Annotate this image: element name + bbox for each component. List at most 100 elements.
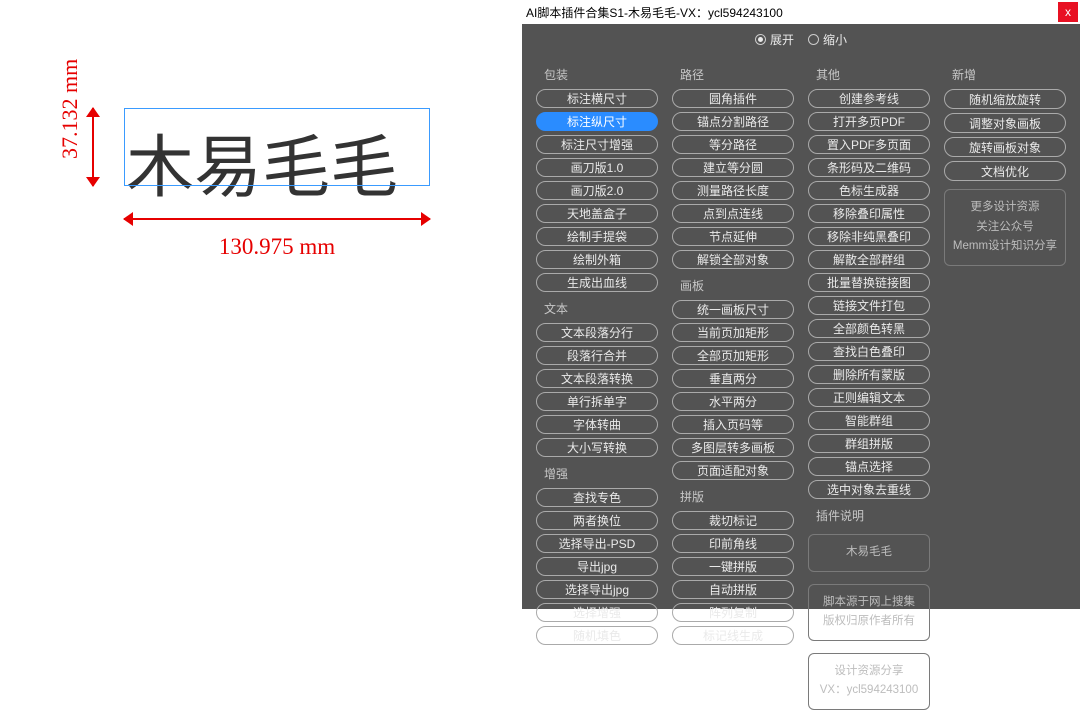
plugin-button[interactable]: 段落行合并 bbox=[536, 346, 658, 365]
panel-column: 路径圆角插件锚点分割路径等分路径建立等分圆测量路径长度点到点连线节点延伸解锁全部… bbox=[670, 60, 796, 597]
plugin-button[interactable]: 标注尺寸增强 bbox=[536, 135, 658, 154]
plugin-button[interactable]: 两者换位 bbox=[536, 511, 658, 530]
view-toggle: 展开 缩小 bbox=[522, 24, 1080, 54]
panel-column: 其他创建参考线打开多页PDF 置入PDF多页面条形码及二维码色标生成器移除叠印属性… bbox=[806, 60, 932, 597]
info-box: 脚本源于网上搜集版权归原作者所有 bbox=[808, 584, 930, 641]
plugin-button[interactable]: 自动拼版 bbox=[672, 580, 794, 599]
plugin-button[interactable]: 解散全部群组 bbox=[808, 250, 930, 269]
plugin-button[interactable]: 色标生成器 bbox=[808, 181, 930, 200]
plugin-button[interactable]: 一键拼版 bbox=[672, 557, 794, 576]
plugin-button[interactable]: 选中对象去重线 bbox=[808, 480, 930, 499]
plugin-button[interactable]: 智能群组 bbox=[808, 411, 930, 430]
plugin-button[interactable]: 测量路径长度 bbox=[672, 181, 794, 200]
plugin-button[interactable]: 调整对象画板 bbox=[944, 113, 1066, 133]
radio-dot-icon bbox=[808, 34, 819, 45]
canvas-area: 木易毛毛 37.132 mm 130.975 mm bbox=[0, 0, 520, 609]
plugin-button[interactable]: 文本段落分行 bbox=[536, 323, 658, 342]
plugin-button[interactable]: 置入PDF多页面 bbox=[808, 135, 930, 154]
vertical-dimension-label: 37.132 mm bbox=[57, 81, 81, 159]
group-title: 新增 bbox=[952, 66, 1068, 83]
dimension-line bbox=[92, 108, 94, 186]
close-button[interactable]: x bbox=[1058, 2, 1078, 22]
info-box: 设计资源分享VX：ycl594243100 bbox=[808, 653, 930, 710]
plugin-button[interactable]: 群组拼版 bbox=[808, 434, 930, 453]
plugin-button[interactable]: 链接文件打包 bbox=[808, 296, 930, 315]
radio-shrink[interactable]: 缩小 bbox=[808, 31, 847, 48]
artwork-text-object[interactable]: 木易毛毛 bbox=[126, 112, 428, 184]
plugin-button[interactable]: 绘制手提袋 bbox=[536, 227, 658, 246]
plugin-button[interactable]: 标注纵尺寸 bbox=[536, 112, 658, 131]
group-title: 画板 bbox=[680, 277, 796, 294]
plugin-button[interactable]: 移除叠印属性 bbox=[808, 204, 930, 223]
plugin-button[interactable]: 绘制外箱 bbox=[536, 250, 658, 269]
group-title: 增强 bbox=[544, 465, 660, 482]
artwork-text: 木易毛毛 bbox=[126, 130, 398, 206]
plugin-button[interactable]: 印前角线 bbox=[672, 534, 794, 553]
vertical-dimension bbox=[86, 108, 100, 186]
plugin-button[interactable]: 插入页码等 bbox=[672, 415, 794, 434]
plugin-button[interactable]: 创建参考线 bbox=[808, 89, 930, 108]
plugin-button[interactable]: 裁切标记 bbox=[672, 511, 794, 530]
group-title: 其他 bbox=[816, 66, 932, 83]
panel-title: AI脚本插件合集S1-木易毛毛-VX：ycl594243100 bbox=[526, 4, 783, 21]
plugin-button[interactable]: 打开多页PDF bbox=[808, 112, 930, 131]
plugin-button[interactable]: 导出jpg bbox=[536, 557, 658, 576]
plugin-button[interactable]: 大小写转换 bbox=[536, 438, 658, 457]
plugin-button[interactable]: 生成出血线 bbox=[536, 273, 658, 292]
plugin-button[interactable]: 点到点连线 bbox=[672, 204, 794, 223]
panel-column: 包装标注横尺寸标注纵尺寸标注尺寸增强画刀版1.0 画刀版2.0 天地盖盒子绘制手提袋… bbox=[534, 60, 660, 597]
plugin-button[interactable]: 多图层转多画板 bbox=[672, 438, 794, 457]
plugin-button[interactable]: 水平两分 bbox=[672, 392, 794, 411]
plugin-button[interactable]: 垂直两分 bbox=[672, 369, 794, 388]
plugin-button[interactable]: 删除所有蒙版 bbox=[808, 365, 930, 384]
plugin-button[interactable]: 选择导出jpg bbox=[536, 580, 658, 599]
plugin-button[interactable]: 字体转曲 bbox=[536, 415, 658, 434]
horizontal-dimension bbox=[124, 212, 430, 226]
plugin-button[interactable]: 条形码及二维码 bbox=[808, 158, 930, 177]
plugin-button[interactable]: 单行拆单字 bbox=[536, 392, 658, 411]
plugin-panel: AI脚本插件合集S1-木易毛毛-VX：ycl594243100 x 展开 缩小 … bbox=[522, 0, 1080, 609]
plugin-button[interactable]: 全部页加矩形 bbox=[672, 346, 794, 365]
plugin-button[interactable]: 节点延伸 bbox=[672, 227, 794, 246]
plugin-button[interactable]: 查找白色叠印 bbox=[808, 342, 930, 361]
plugin-button[interactable]: 查找专色 bbox=[536, 488, 658, 507]
plugin-button[interactable]: 标注横尺寸 bbox=[536, 89, 658, 108]
group-title: 插件说明 bbox=[816, 507, 932, 524]
plugin-button[interactable]: 等分路径 bbox=[672, 135, 794, 154]
plugin-button[interactable]: 文本段落转换 bbox=[536, 369, 658, 388]
plugin-button[interactable]: 锚点分割路径 bbox=[672, 112, 794, 131]
plugin-button[interactable]: 解锁全部对象 bbox=[672, 250, 794, 269]
group-title: 路径 bbox=[680, 66, 796, 83]
plugin-button[interactable]: 随机缩放旋转 bbox=[944, 89, 1066, 109]
plugin-button[interactable]: 圆角插件 bbox=[672, 89, 794, 108]
plugin-button[interactable]: 选择导出-PSD bbox=[536, 534, 658, 553]
plugin-button[interactable]: 建立等分圆 bbox=[672, 158, 794, 177]
plugin-button[interactable]: 统一画板尺寸 bbox=[672, 300, 794, 319]
group-title: 文本 bbox=[544, 300, 660, 317]
close-icon: x bbox=[1065, 5, 1071, 19]
radio-label: 展开 bbox=[770, 31, 794, 48]
radio-dot-icon bbox=[755, 34, 766, 45]
plugin-button[interactable]: 天地盖盒子 bbox=[536, 204, 658, 223]
arrow-right-icon bbox=[421, 212, 431, 226]
arrow-down-icon bbox=[86, 177, 100, 187]
plugin-button[interactable]: 全部颜色转黑 bbox=[808, 319, 930, 338]
plugin-button[interactable]: 阵列复制 bbox=[672, 603, 794, 622]
plugin-button[interactable]: 选择增强 bbox=[536, 603, 658, 622]
radio-expand[interactable]: 展开 bbox=[755, 31, 794, 48]
plugin-button[interactable]: 画刀版2.0 bbox=[536, 181, 658, 200]
group-title: 包装 bbox=[544, 66, 660, 83]
dimension-line bbox=[124, 218, 430, 220]
plugin-button[interactable]: 页面适配对象 bbox=[672, 461, 794, 480]
plugin-button[interactable]: 锚点选择 bbox=[808, 457, 930, 476]
plugin-button[interactable]: 批量替换链接图 bbox=[808, 273, 930, 292]
plugin-button[interactable]: 正则编辑文本 bbox=[808, 388, 930, 407]
plugin-button[interactable]: 旋转画板对象 bbox=[944, 137, 1066, 157]
group-title: 拼版 bbox=[680, 488, 796, 505]
plugin-button[interactable]: 画刀版1.0 bbox=[536, 158, 658, 177]
plugin-button[interactable]: 随机填色 bbox=[536, 626, 658, 645]
plugin-button[interactable]: 标记线生成 bbox=[672, 626, 794, 645]
plugin-button[interactable]: 文档优化 bbox=[944, 161, 1066, 181]
plugin-button[interactable]: 当前页加矩形 bbox=[672, 323, 794, 342]
plugin-button[interactable]: 移除非纯黑叠印 bbox=[808, 227, 930, 246]
